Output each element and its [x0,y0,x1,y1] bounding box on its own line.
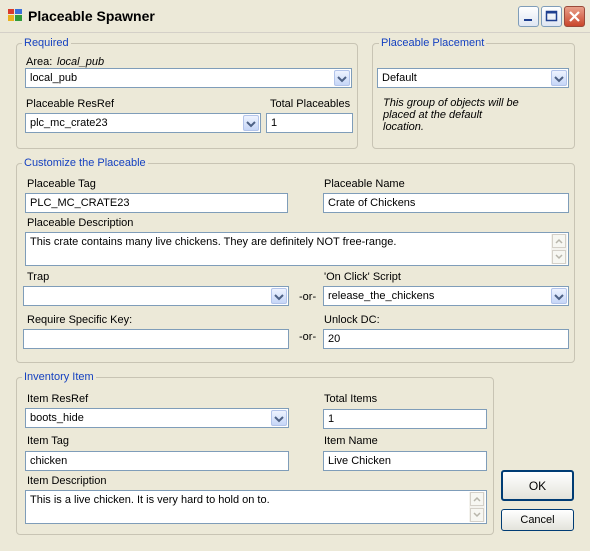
onclick-script-value: release_the_chickens [328,290,435,302]
maximize-button[interactable] [541,6,562,27]
resref-select-value: plc_mc_crate23 [30,117,108,129]
placement-select-value: Default [382,72,417,84]
chevron-down-icon[interactable] [551,70,567,86]
inventory-legend: Inventory Item [22,371,96,383]
area-select[interactable]: local_pub [25,68,352,88]
scroll-down-icon[interactable] [470,508,484,522]
placement-note: This group of objects will be placed at … [383,97,519,133]
app-icon [8,9,22,21]
chevron-down-icon[interactable] [243,115,259,131]
area-select-value: local_pub [30,72,78,84]
item-name-input[interactable]: Live Chicken [323,451,487,471]
area-value-label: local_pub [57,56,105,68]
item-resref-label: Item ResRef [27,393,89,405]
or-separator-trap: -or- [299,291,317,303]
scroll-up-icon[interactable] [470,492,484,506]
item-resref-select[interactable]: boots_hide [25,408,289,428]
item-description-input[interactable]: This is a live chicken. It is very hard … [25,490,487,524]
item-description-scrollbar[interactable] [469,492,485,522]
placeable-description-label: Placeable Description [27,217,134,229]
placeable-tag-input[interactable]: PLC_MC_CRATE23 [25,193,288,213]
customize-legend: Customize the Placeable [22,157,148,169]
total-placeables-label: Total Placeables [270,98,351,110]
resref-label: Placeable ResRef [26,98,115,110]
minimize-icon [524,19,532,21]
chevron-down-icon[interactable] [334,70,350,86]
total-items-input[interactable]: 1 [323,409,487,429]
resref-select[interactable]: plc_mc_crate23 [25,113,261,133]
area-label: Area: [26,56,53,68]
trap-select[interactable] [23,286,289,306]
item-description-label: Item Description [27,475,107,487]
onclick-script-label: 'On Click' Script [324,271,401,283]
scroll-down-icon[interactable] [552,250,566,264]
close-button[interactable] [564,6,585,27]
total-placeables-input[interactable]: 1 [266,113,353,133]
placeable-description-text: This crate contains many live chickens. … [30,236,397,248]
chevron-down-icon[interactable] [551,288,567,304]
required-legend: Required [22,37,71,49]
total-items-label: Total Items [324,393,378,405]
unlock-dc-input[interactable]: 20 [323,329,569,349]
maximize-icon [545,10,558,22]
chevron-down-icon[interactable] [271,288,287,304]
cancel-button[interactable]: Cancel [501,509,574,531]
minimize-button[interactable] [518,6,539,27]
placeable-tag-label: Placeable Tag [27,178,96,190]
item-tag-input[interactable]: chicken [25,451,289,471]
item-resref-value: boots_hide [30,412,84,424]
unlock-dc-label: Unlock DC: [324,314,380,326]
item-tag-label: Item Tag [27,435,69,447]
placement-select[interactable]: Default [377,68,569,88]
specific-key-label: Require Specific Key: [27,314,133,326]
window-title: Placeable Spawner [28,8,155,24]
item-description-text: This is a live chicken. It is very hard … [30,494,270,506]
scroll-up-icon[interactable] [552,234,566,248]
placement-group [372,43,575,149]
specific-key-input[interactable] [23,329,289,349]
onclick-script-select[interactable]: release_the_chickens [323,286,569,306]
trap-label: Trap [27,271,50,283]
placeable-description-input[interactable]: This crate contains many live chickens. … [25,232,569,266]
title-bar[interactable]: Placeable Spawner [0,0,590,33]
close-icon [569,11,580,22]
chevron-down-icon[interactable] [271,410,287,426]
placeable-name-input[interactable]: Crate of Chickens [323,193,569,213]
or-separator-key: -or- [299,331,317,343]
item-name-label: Item Name [324,435,378,447]
placement-legend: Placeable Placement [379,37,487,49]
placeable-name-label: Placeable Name [324,178,405,190]
ok-button[interactable]: OK [501,470,574,501]
description-scrollbar[interactable] [551,234,567,264]
